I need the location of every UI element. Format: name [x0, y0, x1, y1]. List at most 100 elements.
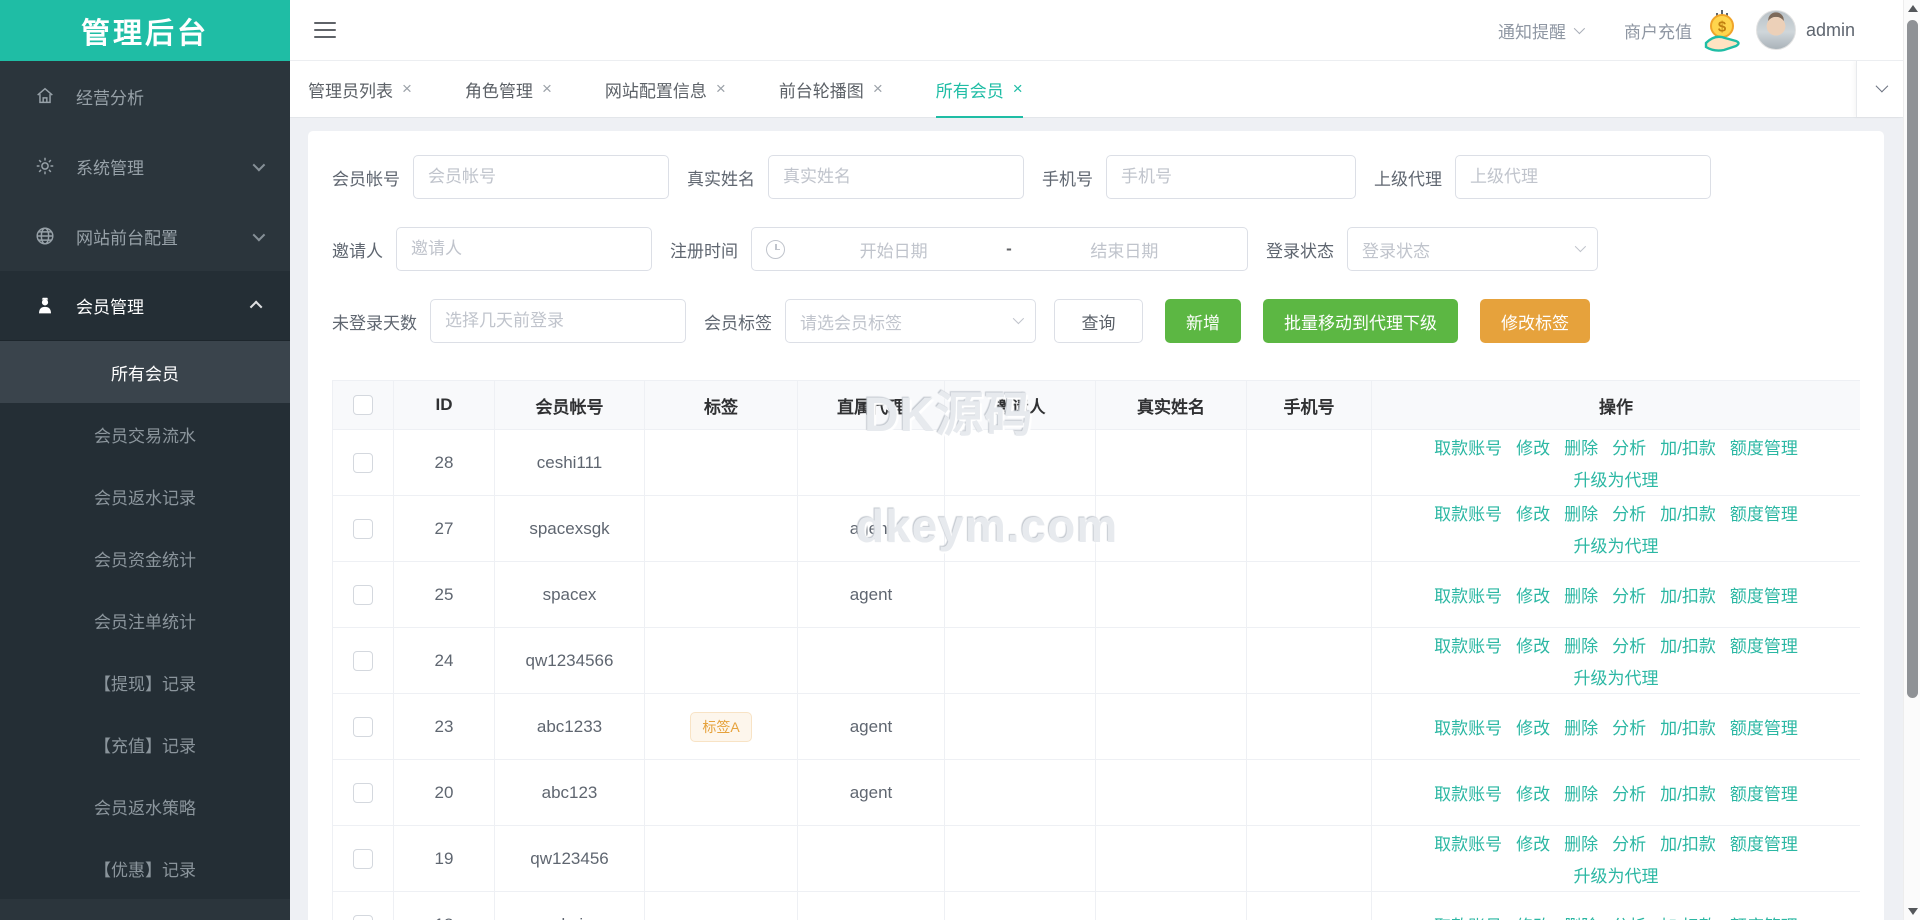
tab-0[interactable]: 管理员列表×: [308, 61, 412, 117]
action-link-0[interactable]: 取款账号: [1434, 912, 1502, 920]
account-input[interactable]: [413, 155, 669, 199]
action-link-3[interactable]: 分析: [1612, 500, 1646, 525]
phone-input[interactable]: [1106, 155, 1356, 199]
action-link-0[interactable]: 取款账号: [1434, 714, 1502, 739]
action-link-4[interactable]: 加/扣款: [1660, 830, 1716, 855]
tab-2[interactable]: 网站配置信息×: [605, 61, 726, 117]
sidebar-item-3[interactable]: 会员管理: [0, 271, 290, 341]
row-checkbox[interactable]: [353, 519, 373, 539]
action-link-1[interactable]: 修改: [1516, 582, 1550, 607]
submenu-item-2[interactable]: 会员返水记录: [0, 465, 290, 527]
submenu-item-3[interactable]: 会员资金统计: [0, 527, 290, 589]
login-status-select[interactable]: 登录状态: [1347, 227, 1598, 271]
action-link-4[interactable]: 加/扣款: [1660, 780, 1716, 805]
sidebar-item-0[interactable]: 经营分析: [0, 61, 290, 131]
member-tag-select[interactable]: 请选会员标签: [785, 299, 1036, 343]
action-link-5[interactable]: 额度管理: [1730, 500, 1798, 525]
action-link-5[interactable]: 额度管理: [1730, 434, 1798, 459]
action-link-1[interactable]: 修改: [1516, 500, 1550, 525]
action-link-2[interactable]: 删除: [1564, 632, 1598, 657]
submenu-item-4[interactable]: 会员注单统计: [0, 589, 290, 651]
tab-1[interactable]: 角色管理×: [465, 61, 552, 117]
close-icon[interactable]: ×: [716, 79, 726, 99]
tab-4[interactable]: 所有会员×: [936, 61, 1023, 117]
parent-agent-input[interactable]: [1455, 155, 1711, 199]
notify-dropdown[interactable]: 通知提醒: [1498, 18, 1582, 43]
action-link-4[interactable]: 加/扣款: [1660, 714, 1716, 739]
action-link-1[interactable]: 修改: [1516, 830, 1550, 855]
submenu-item-1[interactable]: 会员交易流水: [0, 403, 290, 465]
action-link-4[interactable]: 加/扣款: [1660, 434, 1716, 459]
submenu-item-7[interactable]: 会员返水策略: [0, 775, 290, 837]
batch-move-button[interactable]: 批量移动到代理下级: [1263, 299, 1458, 343]
add-button[interactable]: 新增: [1165, 299, 1241, 343]
row-checkbox[interactable]: [353, 453, 373, 473]
page-scrollbar[interactable]: [1903, 0, 1920, 920]
no-login-days-input[interactable]: [430, 299, 686, 343]
action-link-5[interactable]: 额度管理: [1730, 912, 1798, 920]
close-icon[interactable]: ×: [1013, 79, 1023, 99]
merchant-recharge-link[interactable]: 商户充值: [1624, 18, 1692, 43]
action-link-1[interactable]: 修改: [1516, 780, 1550, 805]
close-icon[interactable]: ×: [402, 79, 412, 99]
hamburger-icon[interactable]: [314, 17, 336, 43]
row-checkbox[interactable]: [353, 585, 373, 605]
submenu-item-6[interactable]: 【充值】记录: [0, 713, 290, 775]
scroll-up-arrow-icon[interactable]: [1908, 5, 1918, 12]
action-link-6[interactable]: 升级为代理: [1574, 466, 1659, 491]
action-link-3[interactable]: 分析: [1612, 434, 1646, 459]
sidebar-item-2[interactable]: 网站前台配置: [0, 201, 290, 271]
reg-time-range-picker[interactable]: 开始日期 - 结束日期: [751, 227, 1248, 271]
row-checkbox[interactable]: [353, 783, 373, 803]
action-link-2[interactable]: 删除: [1564, 830, 1598, 855]
action-link-5[interactable]: 额度管理: [1730, 780, 1798, 805]
action-link-2[interactable]: 删除: [1564, 582, 1598, 607]
action-link-3[interactable]: 分析: [1612, 780, 1646, 805]
tab-3[interactable]: 前台轮播图×: [779, 61, 883, 117]
submenu-item-0[interactable]: 所有会员: [0, 341, 290, 403]
action-link-2[interactable]: 删除: [1564, 714, 1598, 739]
inviter-input[interactable]: [396, 227, 652, 271]
submenu-item-8[interactable]: 【优惠】记录: [0, 837, 290, 899]
action-link-1[interactable]: 修改: [1516, 912, 1550, 920]
action-link-4[interactable]: 加/扣款: [1660, 500, 1716, 525]
row-checkbox[interactable]: [353, 717, 373, 737]
action-link-5[interactable]: 额度管理: [1730, 632, 1798, 657]
action-link-1[interactable]: 修改: [1516, 714, 1550, 739]
action-link-4[interactable]: 加/扣款: [1660, 912, 1716, 920]
action-link-1[interactable]: 修改: [1516, 434, 1550, 459]
row-checkbox[interactable]: [353, 849, 373, 869]
scrollbar-thumb[interactable]: [1907, 20, 1918, 698]
username[interactable]: admin: [1806, 20, 1855, 41]
edit-tag-button[interactable]: 修改标签: [1480, 299, 1590, 343]
action-link-5[interactable]: 额度管理: [1730, 582, 1798, 607]
action-link-2[interactable]: 删除: [1564, 500, 1598, 525]
action-link-3[interactable]: 分析: [1612, 582, 1646, 607]
action-link-1[interactable]: 修改: [1516, 632, 1550, 657]
sidebar-item-1[interactable]: 系统管理: [0, 131, 290, 201]
action-link-2[interactable]: 删除: [1564, 912, 1598, 920]
action-link-2[interactable]: 删除: [1564, 434, 1598, 459]
action-link-5[interactable]: 额度管理: [1730, 714, 1798, 739]
submenu-item-5[interactable]: 【提现】记录: [0, 651, 290, 713]
row-checkbox[interactable]: [353, 915, 373, 920]
action-link-3[interactable]: 分析: [1612, 830, 1646, 855]
scroll-down-arrow-icon[interactable]: [1908, 908, 1918, 915]
action-link-0[interactable]: 取款账号: [1434, 830, 1502, 855]
close-icon[interactable]: ×: [873, 79, 883, 99]
action-link-2[interactable]: 删除: [1564, 780, 1598, 805]
action-link-6[interactable]: 升级为代理: [1574, 532, 1659, 557]
action-link-0[interactable]: 取款账号: [1434, 632, 1502, 657]
action-link-5[interactable]: 额度管理: [1730, 830, 1798, 855]
action-link-0[interactable]: 取款账号: [1434, 434, 1502, 459]
action-link-3[interactable]: 分析: [1612, 714, 1646, 739]
action-link-0[interactable]: 取款账号: [1434, 780, 1502, 805]
action-link-4[interactable]: 加/扣款: [1660, 582, 1716, 607]
coin-hand-icon[interactable]: $: [1700, 7, 1750, 53]
action-link-0[interactable]: 取款账号: [1434, 500, 1502, 525]
avatar[interactable]: [1756, 10, 1796, 50]
search-button[interactable]: 查询: [1054, 299, 1143, 343]
action-link-3[interactable]: 分析: [1612, 632, 1646, 657]
action-link-0[interactable]: 取款账号: [1434, 582, 1502, 607]
action-link-6[interactable]: 升级为代理: [1574, 664, 1659, 689]
